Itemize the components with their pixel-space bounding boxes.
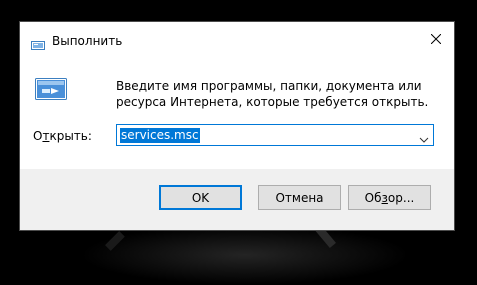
- cancel-button[interactable]: Отмена: [258, 185, 341, 210]
- run-dialog: Выполнить Введите имя программы, папки, …: [20, 22, 454, 230]
- open-input[interactable]: services.msc: [120, 128, 200, 143]
- close-icon: [431, 33, 441, 44]
- dialog-description: Введите имя программы, папки, документа …: [116, 79, 429, 109]
- open-label: Открыть:: [33, 129, 92, 143]
- button-bar: OK Отмена Об з ор...: [20, 169, 454, 230]
- run-program-icon: [35, 78, 67, 100]
- window-title: Выполнить: [52, 34, 123, 48]
- open-combobox[interactable]: services.msc: [116, 124, 434, 146]
- run-dialog-icon: [31, 35, 45, 50]
- chevron-down-icon[interactable]: [418, 130, 430, 143]
- close-button[interactable]: [418, 22, 454, 55]
- ok-button[interactable]: OK: [159, 185, 242, 210]
- title-bar[interactable]: Выполнить: [20, 22, 454, 55]
- browse-button[interactable]: Об з ор...: [348, 185, 431, 210]
- dialog-content: Введите имя программы, папки, документа …: [20, 55, 454, 169]
